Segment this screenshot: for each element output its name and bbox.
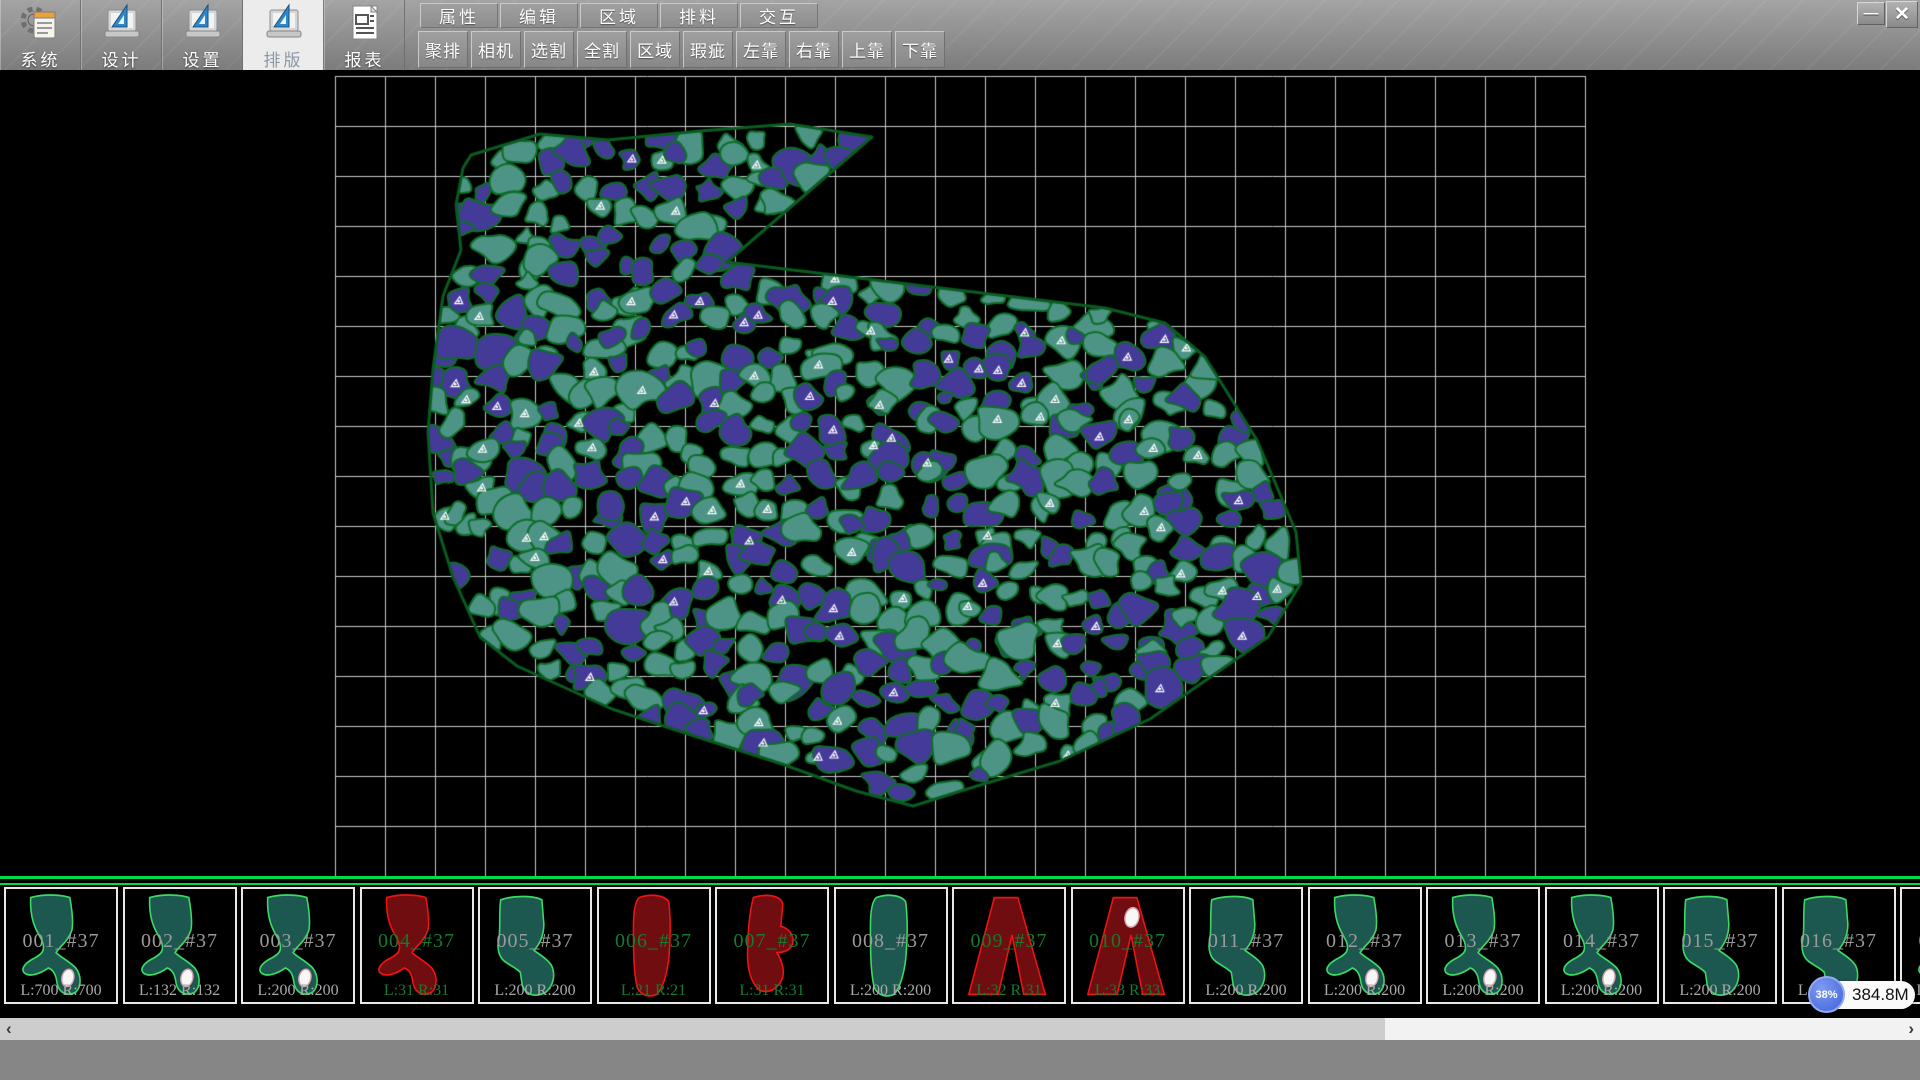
- tool-button[interactable]: 瑕疵: [683, 31, 733, 68]
- part-lr-count: L:31 R:31: [362, 982, 472, 1000]
- part-thumbnail[interactable]: 005_#37 L:200 R:200: [478, 887, 592, 1004]
- part-thumbnail[interactable]: 008_#37 L:200 R:200: [834, 887, 948, 1004]
- scroll-left-icon[interactable]: ‹: [6, 1018, 12, 1040]
- part-label: 002_#37: [125, 930, 235, 953]
- system-icon: [20, 3, 62, 43]
- scroll-right-icon[interactable]: ›: [1908, 1018, 1914, 1040]
- part-label: 008_#37: [836, 930, 946, 953]
- part-label: 005_#37: [480, 930, 590, 953]
- part-lr-count: L:700 R:700: [6, 982, 116, 1000]
- status-bar: [0, 1040, 1920, 1080]
- part-label: 009_#37: [954, 930, 1064, 953]
- part-lr-count: L:200 R:200: [1310, 982, 1420, 1000]
- tab-design[interactable]: 设计: [81, 0, 162, 70]
- part-label: 001_#37: [6, 930, 116, 953]
- nesting-workspace-canvas[interactable]: [0, 70, 1920, 876]
- tool-button[interactable]: 区域: [630, 31, 680, 68]
- part-lr-count: L:200 R:200: [480, 982, 590, 1000]
- part-label: 004_#37: [362, 930, 472, 953]
- part-lr-count: L:200 R:200: [1428, 982, 1538, 1000]
- part-label: 012_#37: [1310, 930, 1420, 953]
- part-lr-count: L:21 R:21: [599, 982, 709, 1000]
- part-thumbnail[interactable]: 013_#37 L:200 R:200: [1426, 887, 1540, 1004]
- part-label: 010_#37: [1073, 930, 1183, 953]
- tool-button[interactable]: 左靠: [736, 31, 786, 68]
- tab-label: 报表: [345, 46, 385, 71]
- parts-thumbnail-strip: 001_#37 L:700 R:700 002_#37 L:132 R:132 003_…: [0, 885, 1920, 1018]
- tab-system[interactable]: 系统: [0, 0, 81, 70]
- main-toolbar: 系统设计设置排版报表 属性编辑区域排料交互 聚排相机选割全割区域瑕疵左靠右靠上靠…: [0, 0, 1920, 70]
- tool-button[interactable]: 右靠: [789, 31, 839, 68]
- part-lr-count: L:132 R:132: [125, 982, 235, 1000]
- part-thumbnail[interactable]: 007_#37 L:31 R:31: [715, 887, 829, 1004]
- design-icon: [101, 3, 143, 43]
- part-label: 015_#37: [1665, 930, 1775, 953]
- part-lr-count: L:200 R:200: [1191, 982, 1301, 1000]
- menu-button[interactable]: 区域: [580, 3, 658, 28]
- tool-button[interactable]: 聚排: [418, 31, 468, 68]
- minimize-button[interactable]: —: [1857, 2, 1885, 25]
- part-label: 011_#37: [1191, 930, 1301, 953]
- tab-nesting[interactable]: 排版: [243, 0, 324, 70]
- menu-button[interactable]: 编辑: [500, 3, 578, 28]
- part-lr-count: L:200 R:200: [836, 982, 946, 1000]
- part-label: 017_#37: [1902, 930, 1920, 953]
- tool-button[interactable]: 相机: [471, 31, 521, 68]
- part-label: 003_#37: [243, 930, 353, 953]
- part-thumbnail[interactable]: 014_#37 L:200 R:200: [1545, 887, 1659, 1004]
- memory-status-pill: 38% 384.8M: [1811, 981, 1915, 1009]
- tab-report[interactable]: 报表: [324, 0, 405, 70]
- part-lr-count: L:200 R:200: [243, 982, 353, 1000]
- tool-button[interactable]: 全割: [577, 31, 627, 68]
- part-lr-count: L:200 R:200: [1547, 982, 1657, 1000]
- part-label: 016_#37: [1784, 930, 1894, 953]
- scrollbar-thumb[interactable]: [0, 1018, 1385, 1040]
- part-lr-count: L:33 R:33: [1073, 982, 1183, 1000]
- part-lr-count: L:31 R:31: [717, 982, 827, 1000]
- menu-button[interactable]: 排料: [660, 3, 738, 28]
- part-label: 013_#37: [1428, 930, 1538, 953]
- part-thumbnail[interactable]: 006_#37 L:21 R:21: [597, 887, 711, 1004]
- memory-usage-text: 384.8M: [1852, 985, 1909, 1005]
- part-label: 014_#37: [1547, 930, 1657, 953]
- close-button[interactable]: ✕: [1886, 1, 1918, 28]
- menu-button[interactable]: 属性: [420, 3, 498, 28]
- tool-button[interactable]: 上靠: [842, 31, 892, 68]
- part-thumbnail[interactable]: 001_#37 L:700 R:700: [4, 887, 118, 1004]
- tab-label: 设置: [183, 46, 223, 71]
- part-thumbnail[interactable]: 004_#37 L:31 R:31: [360, 887, 474, 1004]
- tool-button[interactable]: 下靠: [895, 31, 945, 68]
- part-label: 006_#37: [599, 930, 709, 953]
- horizontal-scrollbar[interactable]: ‹ ›: [0, 1018, 1920, 1040]
- part-thumbnail[interactable]: 003_#37 L:200 R:200: [241, 887, 355, 1004]
- part-thumbnail[interactable]: 010_#37 L:33 R:33: [1071, 887, 1185, 1004]
- part-thumbnail[interactable]: 002_#37 L:132 R:132: [123, 887, 237, 1004]
- part-thumbnail[interactable]: 009_#37 L:32 R:31: [952, 887, 1066, 1004]
- part-lr-count: L:200 R:200: [1665, 982, 1775, 1000]
- part-label: 007_#37: [717, 930, 827, 953]
- tab-label: 排版: [264, 46, 304, 71]
- nesting-icon: [263, 3, 305, 43]
- strip-separator: [0, 876, 1920, 885]
- part-thumbnail[interactable]: 011_#37 L:200 R:200: [1189, 887, 1303, 1004]
- menu-button[interactable]: 交互: [740, 3, 818, 28]
- part-lr-count: L:32 R:31: [954, 982, 1064, 1000]
- settings-icon: [182, 3, 224, 43]
- tab-settings[interactable]: 设置: [162, 0, 243, 70]
- progress-circle-badge: 38%: [1808, 976, 1845, 1013]
- tab-label: 系统: [21, 46, 61, 71]
- tool-button[interactable]: 选割: [524, 31, 574, 68]
- part-thumbnail[interactable]: 012_#37 L:200 R:200: [1308, 887, 1422, 1004]
- report-icon: [344, 3, 386, 43]
- tab-label: 设计: [102, 46, 142, 71]
- part-thumbnail[interactable]: 015_#37 L:200 R:200: [1663, 887, 1777, 1004]
